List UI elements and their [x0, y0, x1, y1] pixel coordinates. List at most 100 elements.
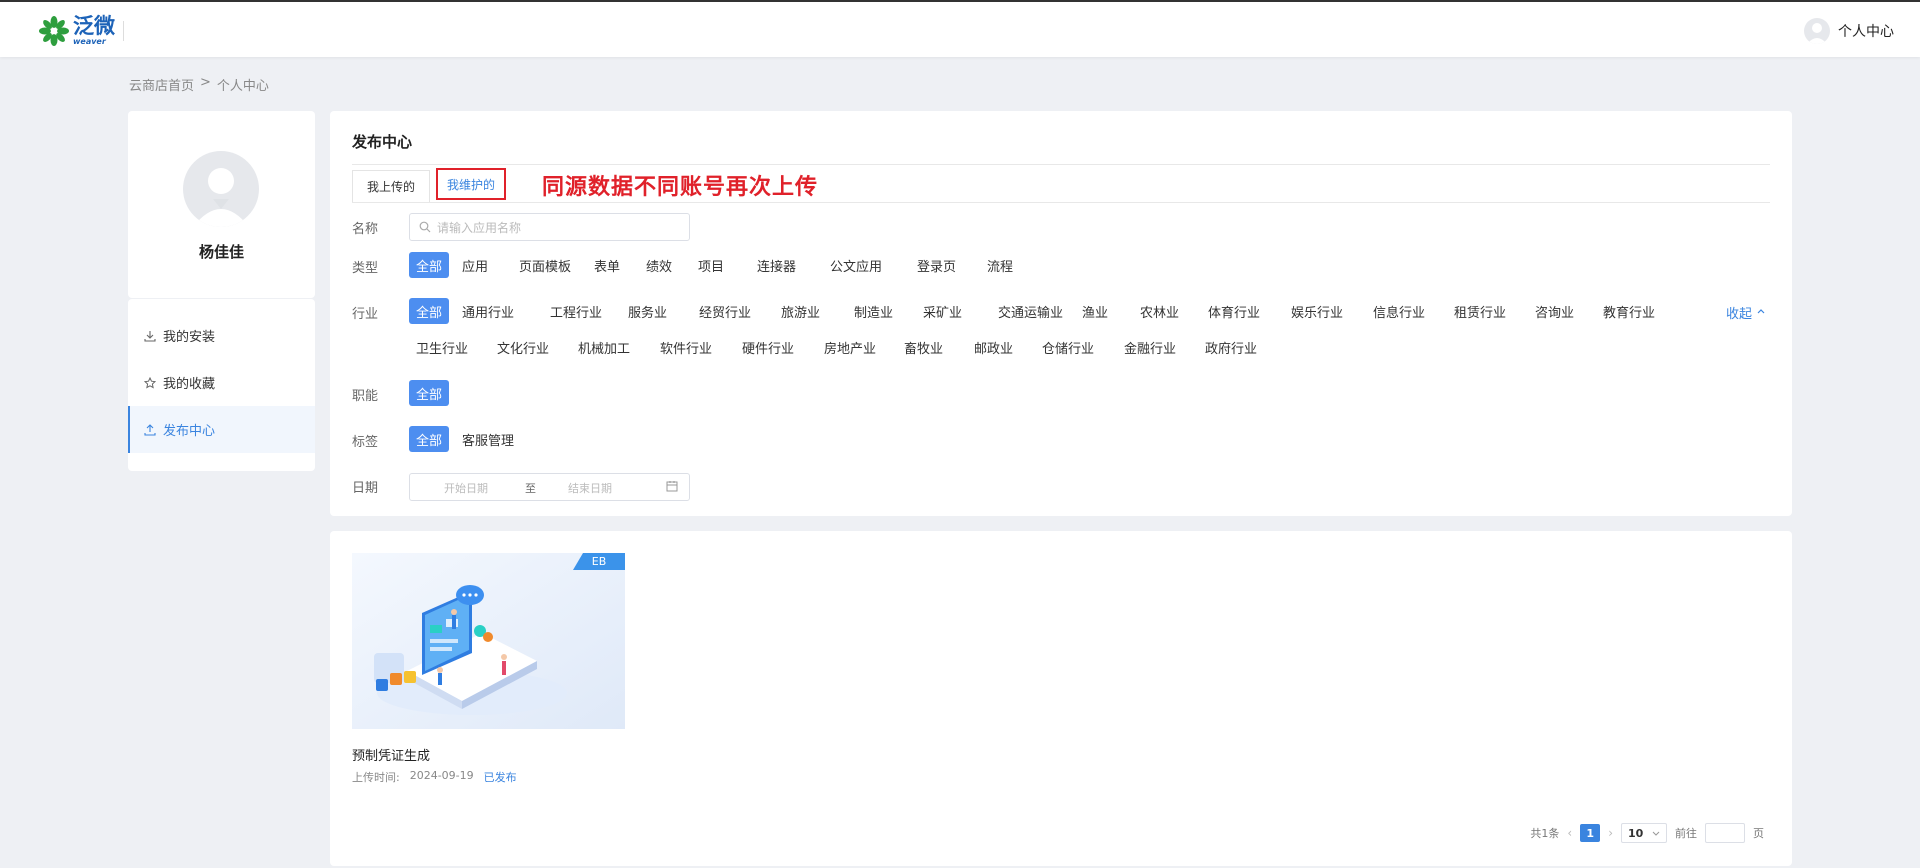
industry-chip[interactable]: 服务业 [628, 298, 667, 324]
upload-date: 2024-09-19 [409, 769, 474, 782]
logo-text-cn: 泛微 [73, 14, 115, 38]
industry-chip[interactable]: 卫生行业 [416, 334, 468, 360]
tag-chip[interactable]: 客服管理 [462, 426, 514, 452]
date-range-picker[interactable]: 开始日期 至 结束日期 [409, 473, 690, 501]
industry-chip[interactable]: 政府行业 [1205, 334, 1257, 360]
breadcrumb: 云商店首页 > 个人中心 [129, 75, 269, 94]
page-suffix: 页 [1753, 827, 1764, 840]
goto-label: 前往 [1675, 827, 1697, 840]
app-meta: 上传时间: 2024-09-19 已发布 [352, 769, 517, 785]
industry-chip[interactable]: 仓储行业 [1042, 334, 1094, 360]
pagination: 共1条 ‹ 1 › 10 前往 页 [1530, 823, 1764, 843]
goto-page-input[interactable] [1705, 823, 1745, 843]
industry-chip[interactable]: 旅游业 [781, 298, 820, 324]
next-page-icon[interactable]: › [1608, 826, 1613, 840]
type-chip[interactable]: 登录页 [917, 252, 956, 278]
industry-chip[interactable]: 信息行业 [1373, 298, 1425, 324]
breadcrumb-current: 个人中心 [216, 79, 269, 94]
start-date-placeholder[interactable]: 开始日期 [444, 480, 488, 496]
search-placeholder: 请输入应用名称 [437, 220, 522, 235]
tab-my-maintained[interactable]: 我维护的 [436, 168, 506, 200]
tag-chip[interactable]: 全部 [409, 426, 449, 452]
app-name-search-input[interactable]: 请输入应用名称 [409, 213, 690, 241]
type-chip[interactable]: 公文应用 [830, 252, 882, 278]
industry-chip[interactable]: 制造业 [854, 298, 893, 324]
type-chip[interactable]: 应用 [462, 252, 488, 278]
end-date-placeholder[interactable]: 结束日期 [568, 480, 612, 496]
industry-chip[interactable]: 教育行业 [1603, 298, 1655, 324]
publish-center-panel: 发布中心 我上传的 我维护的 同源数据不同账号再次上传 名称 请输入应用名称 类… [330, 111, 1792, 516]
filter-label-function: 职能 [352, 389, 379, 404]
industry-chip[interactable]: 交通运输业 [998, 298, 1063, 324]
filter-label-name: 名称 [352, 222, 379, 237]
user-center-link[interactable]: 个人中心 [1804, 18, 1894, 44]
filter-label-industry: 行业 [352, 307, 379, 322]
page-title: 发布中心 [352, 133, 413, 151]
industry-chip[interactable]: 文化行业 [497, 334, 549, 360]
sidebar-item-my-favorites[interactable]: 我的收藏 [128, 359, 315, 406]
industry-chip[interactable]: 农林业 [1140, 298, 1179, 324]
pagination-total: 共1条 [1530, 827, 1560, 840]
type-chip[interactable]: 连接器 [757, 252, 796, 278]
prev-page-icon[interactable]: ‹ [1567, 826, 1572, 840]
star-icon [144, 376, 156, 389]
industry-chip[interactable]: 娱乐行业 [1291, 298, 1343, 324]
type-chip[interactable]: 全部 [409, 252, 449, 278]
sidebar-menu: 我的安装 我的收藏 发布中心 [128, 299, 315, 471]
annotation-text: 同源数据不同账号再次上传 [542, 175, 819, 200]
type-chip[interactable]: 流程 [987, 252, 1013, 278]
filter-label-date: 日期 [352, 481, 379, 496]
breadcrumb-home[interactable]: 云商店首页 [129, 75, 194, 94]
page-size-value: 10 [1628, 826, 1644, 840]
app-list-panel: EB 预制凭证生成 上传时间: 2024-09-19 已发布 共1条 ‹ 1 ›… [330, 531, 1792, 866]
upload-icon [144, 423, 156, 436]
app-card-thumbnail[interactable]: EB [352, 553, 625, 729]
type-chip[interactable]: 项目 [698, 252, 724, 278]
type-chip[interactable]: 表单 [594, 252, 620, 278]
breadcrumb-separator: > [200, 75, 211, 90]
user-center-label: 个人中心 [1838, 24, 1894, 40]
divider [352, 164, 1770, 165]
sidebar-item-my-installs[interactable]: 我的安装 [128, 312, 315, 359]
divider [352, 202, 1770, 203]
industry-chip[interactable]: 邮政业 [974, 334, 1013, 360]
upload-time-label: 上传时间: [352, 771, 400, 784]
sidebar-item-publish-center[interactable]: 发布中心 [128, 406, 315, 453]
function-chip[interactable]: 全部 [409, 380, 449, 406]
sidebar-item-label: 我的安装 [163, 330, 216, 345]
collapse-label: 收起 [1726, 307, 1753, 322]
type-chip[interactable]: 页面模板 [519, 252, 571, 278]
tab-my-uploads[interactable]: 我上传的 [352, 170, 430, 202]
chevron-up-icon [1756, 305, 1766, 320]
industry-chip[interactable]: 咨询业 [1535, 298, 1574, 324]
logo-text-en: weaver [73, 37, 106, 46]
profile-username: 杨佳佳 [198, 243, 244, 261]
industry-chip[interactable]: 机械加工 [578, 334, 630, 360]
industry-chip[interactable]: 畜牧业 [904, 334, 943, 360]
logo[interactable]: 泛微 weaver [38, 14, 124, 48]
top-bar: 泛微 weaver 个人中心 [0, 0, 1920, 57]
app-title[interactable]: 预制凭证生成 [352, 745, 430, 764]
search-icon [419, 221, 431, 233]
industry-chip[interactable]: 全部 [409, 298, 449, 324]
industry-chip[interactable]: 体育行业 [1208, 298, 1260, 324]
industry-chip[interactable]: 渔业 [1082, 298, 1108, 324]
page-size-select[interactable]: 10 [1621, 823, 1667, 843]
page-number-current[interactable]: 1 [1580, 824, 1601, 842]
industry-chip[interactable]: 采矿业 [923, 298, 962, 324]
industry-chip[interactable]: 工程行业 [550, 298, 602, 324]
app-illustration [352, 553, 625, 729]
user-avatar-icon [1804, 18, 1830, 44]
collapse-button[interactable]: 收起 [1726, 303, 1766, 322]
industry-chip[interactable]: 租赁行业 [1454, 298, 1506, 324]
calendar-icon [666, 480, 678, 495]
status-badge: 已发布 [483, 771, 517, 784]
download-icon [144, 330, 156, 342]
industry-chip[interactable]: 软件行业 [660, 334, 712, 360]
industry-chip[interactable]: 经贸行业 [699, 298, 751, 324]
industry-chip[interactable]: 通用行业 [462, 298, 514, 324]
industry-chip[interactable]: 硬件行业 [742, 334, 794, 360]
type-chip[interactable]: 绩效 [646, 252, 672, 278]
industry-chip[interactable]: 房地产业 [824, 334, 876, 360]
industry-chip[interactable]: 金融行业 [1124, 334, 1176, 360]
